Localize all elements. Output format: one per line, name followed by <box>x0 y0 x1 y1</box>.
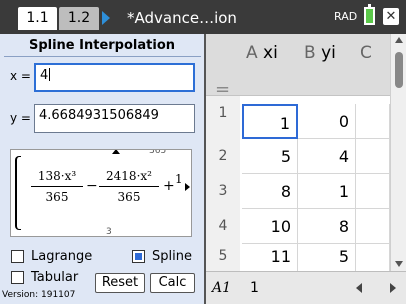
spline-expression-box[interactable]: 365 138·x³ 365 − 2418·x² 365 + 1 3 <box>10 149 192 237</box>
tab-scroll-arrow-icon[interactable] <box>102 11 110 25</box>
row-number[interactable]: 2 <box>206 139 240 174</box>
vertical-scrollbar[interactable] <box>390 34 406 271</box>
next-arrow-icon[interactable] <box>390 283 396 293</box>
term1-fraction-bar <box>31 186 83 187</box>
column-letter: A <box>246 43 258 63</box>
term2-fraction: 2418·x² 365 <box>99 169 159 204</box>
cell-b1[interactable]: 0 <box>298 104 356 139</box>
lagrange-label: Lagrange <box>31 249 93 264</box>
document-title: *Advance…ion <box>127 9 237 27</box>
tab-page-1-1[interactable]: 1.1 <box>18 7 57 30</box>
cell-b2[interactable]: 4 <box>298 139 356 174</box>
column-header-c[interactable]: C <box>360 34 372 72</box>
row-number[interactable]: 5 <box>206 239 240 274</box>
spline-interpolation-panel: Spline Interpolation x = 4 y = 4.6684931… <box>0 34 206 304</box>
term2-numerator: 2418·x² <box>106 169 152 183</box>
previous-arrow-icon[interactable] <box>356 283 362 293</box>
column-name: yi <box>321 43 336 63</box>
term1-fraction: 138·x³ 365 <box>31 169 83 204</box>
scrollbar-thumb[interactable] <box>395 52 403 88</box>
term2-denominator: 365 <box>117 190 141 204</box>
calc-button[interactable]: Calc <box>150 273 195 293</box>
close-document-button[interactable]: ✕ <box>383 8 399 25</box>
version-text: Version: 191107 <box>2 290 76 300</box>
row-number[interactable]: 3 <box>206 174 240 209</box>
scroll-up-arrow-icon[interactable] <box>395 37 403 43</box>
scroll-down-arrow-icon[interactable] <box>395 261 403 267</box>
row-number[interactable]: 1 <box>206 96 240 131</box>
x-label: x = <box>10 69 31 83</box>
spline-checkbox[interactable] <box>132 250 145 263</box>
y-label: y = <box>10 111 31 125</box>
column-letter: B <box>304 43 316 63</box>
cell-a1[interactable]: 1 <box>242 104 298 139</box>
term1-denominator: 365 <box>45 190 69 204</box>
trailing-term: 1 <box>175 172 183 186</box>
active-cell-value[interactable]: 1 <box>250 280 259 296</box>
cell-a3[interactable]: 8 <box>242 174 298 209</box>
column-letter: C <box>360 43 372 63</box>
tab-page-1-2[interactable]: 1.2 <box>59 7 99 30</box>
text-caret <box>49 68 51 81</box>
battery-icon <box>364 4 375 25</box>
cell-a2[interactable]: 5 <box>242 139 298 174</box>
scroll-up-icon[interactable] <box>112 150 120 154</box>
panel-title: Spline Interpolation <box>28 38 176 53</box>
piecewise-bracket <box>15 156 21 230</box>
term2-fraction-bar <box>99 186 159 187</box>
clipped-bottom-text: 3 <box>106 227 112 237</box>
clipped-top-text: 365 <box>149 149 167 156</box>
angle-mode-badge: RAD <box>334 10 358 23</box>
x-input[interactable]: 4 <box>34 63 195 92</box>
tabular-checkbox[interactable] <box>11 271 24 284</box>
cell-c5[interactable] <box>356 239 390 274</box>
column-header-b[interactable]: B yi <box>304 34 336 72</box>
y-result-field[interactable]: 4.6684931506849 <box>34 104 195 133</box>
cell-b5[interactable]: 5 <box>298 239 356 274</box>
minus-operator: − <box>86 178 98 194</box>
cell-entry-line[interactable]: A1 1 <box>206 271 406 304</box>
spline-label: Spline <box>152 249 192 264</box>
lagrange-checkbox[interactable] <box>11 250 24 263</box>
tabular-label: Tabular <box>31 270 79 285</box>
cell-c3[interactable] <box>356 174 390 209</box>
plus-operator: + <box>163 178 175 194</box>
reset-button[interactable]: Reset <box>95 273 145 293</box>
x-input-value: 4 <box>40 68 49 83</box>
column-name: xi <box>263 43 278 63</box>
formula-row[interactable] <box>206 72 390 96</box>
lists-spreadsheet: A xi B yi C = 1 1 0 2 5 4 3 8 1 4 10 8 5… <box>206 34 406 304</box>
title-divider <box>4 56 201 57</box>
scroll-right-icon[interactable] <box>185 183 190 191</box>
cell-c1[interactable] <box>356 104 390 139</box>
cell-a5[interactable]: 11 <box>242 239 298 274</box>
document-toolbar: 1.1 1.2 *Advance…ion RAD ✕ <box>0 0 406 34</box>
column-header-a[interactable]: A xi <box>246 34 278 72</box>
cell-b3[interactable]: 1 <box>298 174 356 209</box>
cell-c2[interactable] <box>356 139 390 174</box>
term1-numerator: 138·x³ <box>37 169 77 183</box>
active-cell-reference: A1 <box>212 280 232 296</box>
y-result-value: 4.6684931506849 <box>39 108 159 123</box>
